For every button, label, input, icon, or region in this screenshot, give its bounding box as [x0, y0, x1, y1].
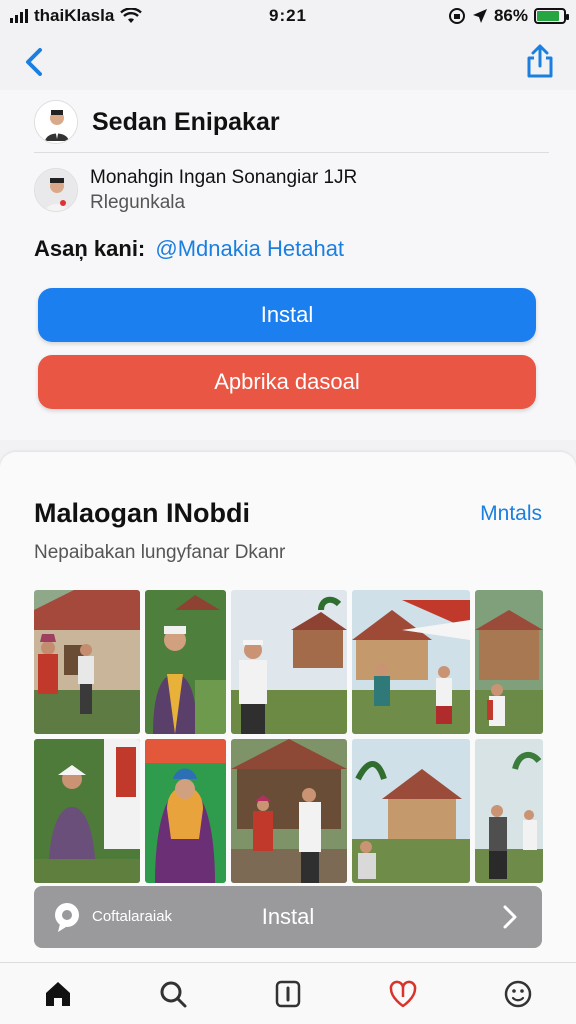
divider: [34, 152, 549, 153]
back-button[interactable]: [18, 42, 54, 82]
chevron-right-icon: [503, 905, 517, 929]
photo-8[interactable]: [231, 739, 347, 883]
location-icon: [472, 9, 487, 23]
battery-percent: 86%: [493, 6, 528, 25]
battery-icon: [534, 8, 569, 24]
photo-3[interactable]: [231, 590, 347, 734]
search-icon: [160, 981, 187, 1007]
publisher-subtitle: Rlegunkala: [90, 192, 186, 213]
share-icon: [527, 44, 553, 78]
tab-home[interactable]: [0, 963, 115, 1024]
photo-10[interactable]: [475, 739, 543, 883]
developer-link[interactable]: @Mdnakia Hetahat: [155, 236, 344, 261]
developer-row: Asaņ kani: @Mdnakia Hetahat: [34, 236, 344, 262]
section-title: Malaogan INobdi: [34, 498, 250, 528]
secondary-action-button[interactable]: Apbrika dasoal: [38, 355, 536, 409]
app-avatar: [34, 100, 78, 144]
tab-bar: [0, 962, 576, 1024]
signal-icon: [10, 9, 28, 23]
publisher-name: Monahgin Ingan Sonangiar 1JR: [90, 167, 358, 188]
tab-info[interactable]: [230, 963, 345, 1024]
photo-5[interactable]: [475, 590, 543, 734]
tab-profile[interactable]: [461, 963, 576, 1024]
see-all-link[interactable]: Mntals: [480, 502, 542, 526]
developer-prefix: Asaņ kani:: [34, 236, 146, 261]
bottom-install-bar[interactable]: Coftalaraiak Instal: [34, 886, 542, 948]
photo-2[interactable]: [145, 590, 226, 734]
carrier-label: thaiKlasla: [34, 6, 115, 25]
status-right: 86%: [366, 6, 569, 26]
bottom-bar-title: Instal: [261, 904, 315, 929]
app-title: Sedan Enipakar: [92, 107, 280, 136]
status-time: 9:21: [268, 6, 308, 25]
tab-search[interactable]: [115, 963, 230, 1024]
heart-icon: [389, 980, 417, 1007]
app-header-row: Sedan Enipakar: [34, 98, 549, 146]
status-left: thaiKlasla: [10, 6, 210, 26]
photo-9[interactable]: [352, 739, 470, 883]
publisher-info: Monahgin Ingan Sonangiar 1JR Rlegunkala: [90, 165, 357, 215]
publisher-row: Monahgin Ingan Sonangiar 1JR Rlegunkala: [34, 164, 549, 216]
photo-7[interactable]: [145, 739, 226, 883]
app-info-card: Sedan Enipakar Monahgin Ingan Sonangiar …: [0, 90, 576, 440]
photo-1[interactable]: [34, 590, 140, 734]
install-button[interactable]: Instal: [38, 288, 536, 342]
home-icon: [45, 981, 70, 1006]
section-subtitle: Nepaibakan lungyfanar Dkanr: [34, 542, 286, 563]
status-bar: thaiKlasla 9:21 86%: [0, 0, 576, 32]
photo-grid: [34, 590, 543, 883]
share-button[interactable]: [522, 42, 558, 82]
nav-bar: [0, 32, 576, 90]
tab-favorites[interactable]: [346, 963, 461, 1024]
photo-6[interactable]: [34, 739, 140, 883]
wifi-icon: [120, 8, 143, 23]
photo-4[interactable]: [352, 590, 470, 734]
publisher-avatar: [34, 168, 78, 212]
smiley-icon: [505, 980, 532, 1007]
chevron-left-icon: [26, 48, 42, 76]
info-icon: [275, 980, 301, 1007]
orientation-lock-icon: [448, 8, 465, 24]
